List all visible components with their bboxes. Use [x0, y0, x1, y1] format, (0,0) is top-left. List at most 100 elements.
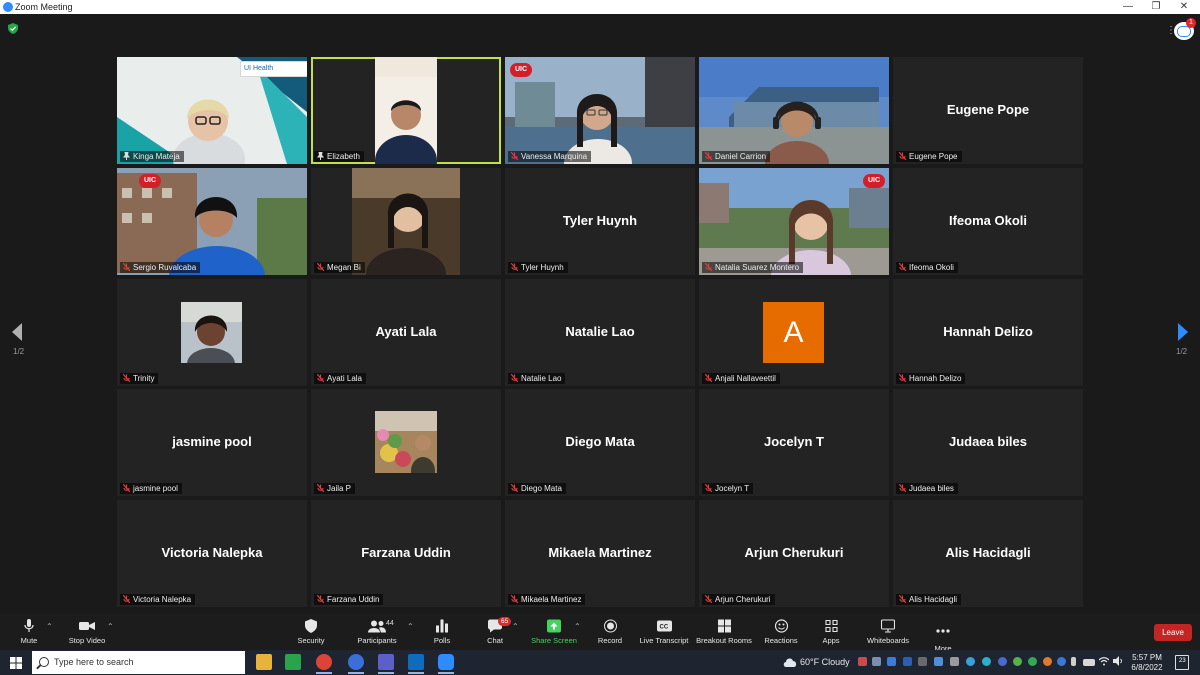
- security-button[interactable]: Security: [294, 617, 328, 649]
- restore-icon[interactable]: ❐: [1144, 0, 1168, 14]
- muted-mic-icon: [123, 595, 130, 603]
- participant-name-label: Farzana Uddin: [314, 594, 384, 605]
- participant-tile[interactable]: UI Health Kinga Mateja: [117, 57, 307, 164]
- participant-tile[interactable]: UIC Natalia Suarez Montero: [699, 168, 889, 275]
- participant-display-name: Hannah Delizo: [943, 324, 1033, 339]
- prev-page-arrow-icon[interactable]: [10, 322, 24, 342]
- chrome-icon[interactable]: [316, 654, 332, 674]
- chat-notification-icon[interactable]: 1: [1174, 18, 1196, 40]
- notification-center-icon[interactable]: 23: [1175, 655, 1189, 670]
- muted-mic-icon: [317, 484, 324, 492]
- live-transcript-button[interactable]: CC Live Transcript: [638, 617, 690, 649]
- participant-tile[interactable]: Farzana Uddin Farzana Uddin: [311, 500, 501, 607]
- tray-app-icon[interactable]: [998, 657, 1007, 666]
- participant-name-label: Eugene Pope: [896, 151, 962, 162]
- tray-app-icon[interactable]: [872, 657, 881, 666]
- participant-name-label: jasmine pool: [120, 483, 182, 494]
- chat-options-caret-icon[interactable]: ⌃: [512, 622, 519, 631]
- page-indicator-left: 1/2: [13, 347, 25, 356]
- participant-tile[interactable]: A Anjali Nallaveettil: [699, 279, 889, 386]
- participant-tile[interactable]: Ifeoma Okoli Ifeoma Okoli: [893, 168, 1083, 275]
- apps-icon: [824, 619, 838, 633]
- participant-tile[interactable]: UIC Sergio Ruvalcaba: [117, 168, 307, 275]
- taskbar-search-box[interactable]: Type here to search: [32, 651, 245, 674]
- zoom-taskbar-icon[interactable]: [438, 654, 454, 674]
- muted-mic-icon: [317, 263, 324, 271]
- more-button[interactable]: More: [930, 617, 956, 653]
- share-options-caret-icon[interactable]: ⌃: [574, 622, 581, 631]
- participant-tile[interactable]: Tyler Huynh Tyler Huynh: [505, 168, 695, 275]
- tray-app-icon[interactable]: [982, 657, 991, 666]
- audio-options-caret-icon[interactable]: ⌃: [46, 622, 53, 631]
- participant-name-label: Mikaela Martinez: [508, 594, 586, 605]
- mute-button[interactable]: Mute: [14, 617, 44, 649]
- participants-options-caret-icon[interactable]: ⌃: [407, 622, 414, 631]
- tray-app-icon[interactable]: [918, 657, 927, 666]
- participant-display-name: Jocelyn T: [764, 434, 824, 449]
- reactions-button[interactable]: Reactions: [762, 617, 800, 649]
- participant-tile[interactable]: Hannah Delizo Hannah Delizo: [893, 279, 1083, 386]
- participant-tile[interactable]: Mikaela Martinez Mikaela Martinez: [505, 500, 695, 607]
- record-button[interactable]: Record: [594, 617, 626, 649]
- wifi-icon[interactable]: [1099, 656, 1109, 666]
- whiteboard-icon: [881, 619, 895, 633]
- participant-tile[interactable]: Trinity: [117, 279, 307, 386]
- apps-button[interactable]: Apps: [816, 617, 846, 649]
- participant-tile[interactable]: Alis Hacidagli Alis Hacidagli: [893, 500, 1083, 607]
- file-explorer-icon[interactable]: [256, 654, 272, 670]
- participant-tile[interactable]: Jaila P: [311, 389, 501, 496]
- excel-icon[interactable]: [285, 654, 301, 670]
- participant-tile[interactable]: Arjun Cherukuri Arjun Cherukuri: [699, 500, 889, 607]
- participants-count: 44: [386, 620, 394, 627]
- minimize-icon[interactable]: —: [1116, 0, 1140, 14]
- tray-app-icon[interactable]: [1028, 657, 1037, 666]
- teams-icon[interactable]: [378, 654, 394, 674]
- muted-mic-icon: [123, 374, 130, 382]
- participant-tile[interactable]: Jocelyn T Jocelyn T: [699, 389, 889, 496]
- breakout-rooms-button[interactable]: Breakout Rooms: [696, 617, 752, 649]
- tray-app-icon[interactable]: [966, 657, 975, 666]
- share-screen-button[interactable]: Share Screen: [530, 617, 578, 649]
- battery-icon[interactable]: [1083, 659, 1095, 666]
- participant-tile[interactable]: Daniel Carrion: [699, 57, 889, 164]
- uic-badge: UIC: [863, 174, 885, 188]
- volume-icon[interactable]: [1113, 656, 1123, 666]
- participant-tile[interactable]: Judaea biles Judaea biles: [893, 389, 1083, 496]
- next-page-arrow-icon[interactable]: [1176, 322, 1190, 342]
- polls-button[interactable]: Polls: [428, 617, 456, 649]
- participant-tile[interactable]: Victoria Nalepka Victoria Nalepka: [117, 500, 307, 607]
- browser-icon[interactable]: [348, 654, 364, 674]
- taskbar-clock[interactable]: 5:57 PM 6/8/2022: [1129, 653, 1165, 673]
- tray-app-icon[interactable]: [1013, 657, 1022, 666]
- participant-tile[interactable]: Natalie Lao Natalie Lao: [505, 279, 695, 386]
- bluetooth-icon[interactable]: [1057, 657, 1066, 666]
- windows-start-icon[interactable]: [10, 657, 22, 669]
- participant-tile[interactable]: Ayati Lala Ayati Lala: [311, 279, 501, 386]
- muted-mic-icon: [705, 595, 712, 603]
- outlook-icon[interactable]: [408, 654, 424, 674]
- tray-app-icon[interactable]: [950, 657, 959, 666]
- muted-mic-icon: [511, 374, 518, 382]
- chat-unread-badge: 65: [498, 617, 512, 626]
- usb-icon[interactable]: [1071, 657, 1076, 666]
- tray-app-icon[interactable]: [903, 657, 912, 666]
- close-icon[interactable]: ✕: [1172, 0, 1196, 14]
- encryption-shield-icon[interactable]: [8, 23, 18, 34]
- participant-display-name: Natalie Lao: [565, 324, 635, 339]
- whiteboards-button[interactable]: Whiteboards: [864, 617, 912, 649]
- tray-app-icon[interactable]: [934, 657, 943, 666]
- tray-app-icon[interactable]: [1043, 657, 1052, 666]
- video-options-caret-icon[interactable]: ⌃: [107, 622, 114, 631]
- tray-app-icon[interactable]: [887, 657, 896, 666]
- participant-tile-active-speaker[interactable]: Elizabeth: [311, 57, 501, 164]
- participant-tile[interactable]: Eugene Pope Eugene Pope: [893, 57, 1083, 164]
- stop-video-button[interactable]: Stop Video: [64, 617, 110, 649]
- participant-tile[interactable]: UIC Vanessa Marquina: [505, 57, 695, 164]
- participant-tile[interactable]: Megan Bi: [311, 168, 501, 275]
- participant-tile[interactable]: jasmine pool jasmine pool: [117, 389, 307, 496]
- muted-mic-icon: [317, 595, 324, 603]
- participant-tile[interactable]: Diego Mata Diego Mata: [505, 389, 695, 496]
- tray-app-icon[interactable]: [858, 657, 867, 666]
- participant-name-label: Natalie Lao: [508, 373, 566, 384]
- leave-button[interactable]: Leave: [1154, 624, 1192, 641]
